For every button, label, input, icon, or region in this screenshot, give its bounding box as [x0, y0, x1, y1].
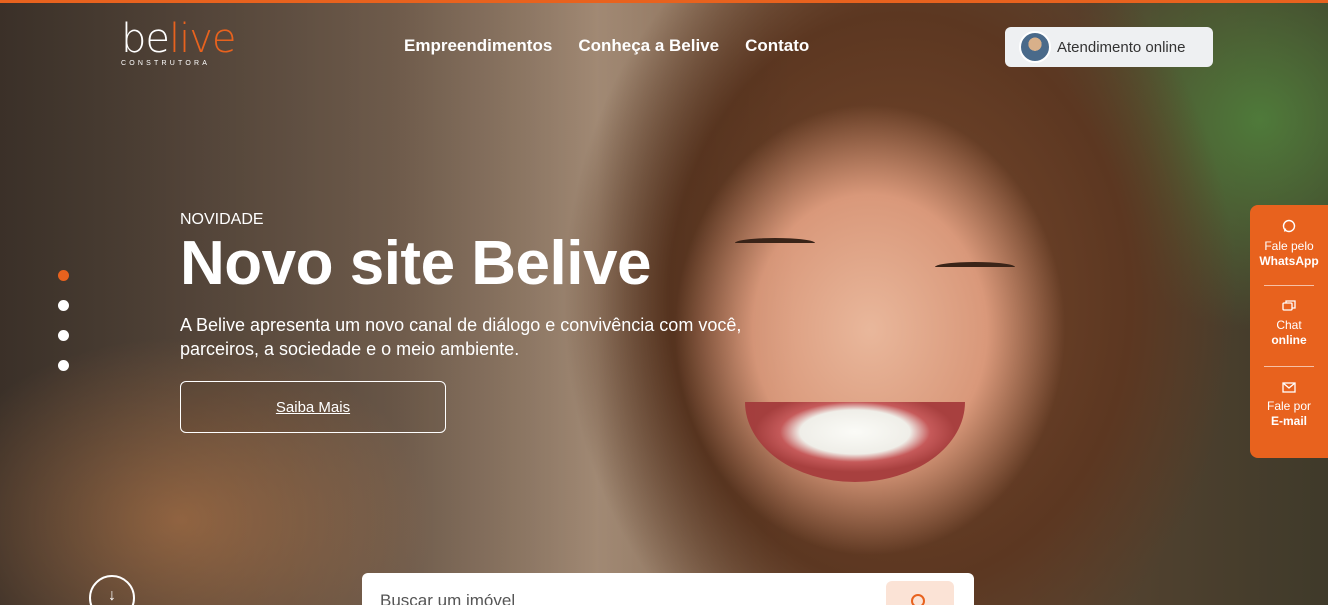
whatsapp-line1: Fale pelo — [1264, 239, 1314, 253]
email-line1: Fale por — [1266, 399, 1312, 413]
slide-dot-2[interactable] — [58, 300, 69, 311]
slide-dot-1[interactable] — [58, 270, 69, 281]
hero-kicker: NOVIDADE — [180, 211, 264, 228]
contact-side-tab: Fale pelo WhatsApp Chat online Fale por … — [1250, 205, 1328, 458]
saiba-mais-button[interactable]: Saiba Mais — [180, 381, 446, 433]
attendant-avatar — [1019, 31, 1051, 63]
chat-line1: Chat — [1276, 318, 1302, 332]
search-input[interactable] — [380, 591, 860, 605]
hero-title: Novo site Belive — [180, 229, 651, 298]
whatsapp-icon — [1250, 219, 1328, 237]
hero-shade — [0, 0, 1328, 605]
nav-item-conheca[interactable]: Conheça a Belive — [578, 36, 719, 56]
hero-background — [0, 0, 1328, 605]
arrow-down-icon: ↓ — [108, 587, 116, 604]
email-contact[interactable]: Fale por E-mail — [1250, 367, 1328, 447]
search-button[interactable] — [886, 581, 954, 605]
hero-description: A Belive apresenta um novo canal de diál… — [180, 315, 742, 359]
email-line2: E-mail — [1270, 414, 1307, 428]
nav-item-contato[interactable]: Contato — [745, 36, 809, 56]
chat-contact[interactable]: Chat online — [1250, 286, 1328, 366]
logo-live: live — [169, 16, 237, 62]
chat-line2: online — [1271, 333, 1307, 347]
whatsapp-line2: WhatsApp — [1259, 254, 1319, 268]
slide-dot-3[interactable] — [58, 330, 69, 341]
search-icon — [911, 594, 925, 605]
whatsapp-contact[interactable]: Fale pelo WhatsApp — [1250, 205, 1328, 285]
online-attendance-label: Atendimento online — [1057, 38, 1186, 56]
nav-item-empreendimentos[interactable]: Empreendimentos — [404, 36, 552, 56]
property-search-bar — [362, 573, 974, 605]
slide-dot-4[interactable] — [58, 360, 69, 371]
chat-icon — [1250, 300, 1328, 316]
online-attendance-button[interactable]: Atendimento online — [1005, 27, 1213, 67]
slide-indicators — [58, 270, 69, 390]
main-nav: Empreendimentos Conheça a Belive Contato — [404, 36, 809, 56]
mail-icon — [1250, 381, 1328, 397]
top-accent-line — [0, 0, 1328, 3]
logo[interactable]: belive CONSTRUTORA — [121, 19, 237, 67]
logo-be: be — [121, 16, 170, 62]
